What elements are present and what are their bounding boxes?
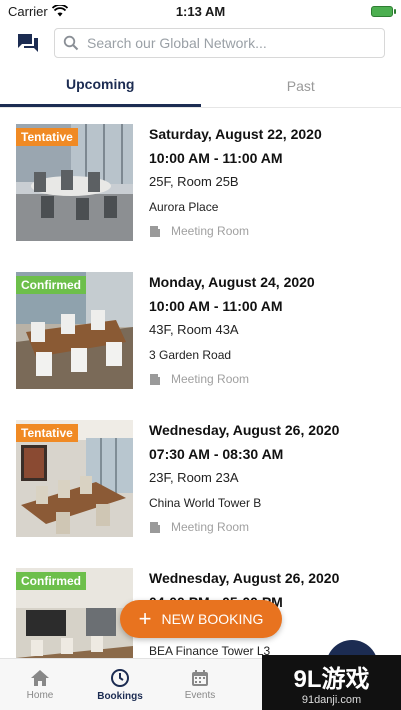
booking-card[interactable]: Tentative Wednesday, August 26, 2020 07:… bbox=[0, 404, 401, 552]
booking-date: Wednesday, August 26, 2020 bbox=[149, 422, 340, 438]
battery-icon bbox=[371, 5, 396, 17]
room-type: Meeting Room bbox=[171, 520, 250, 534]
door-icon bbox=[150, 521, 160, 533]
booking-room: 43F, Room 43A bbox=[149, 322, 239, 337]
search-box[interactable] bbox=[54, 28, 385, 58]
calendar-icon bbox=[192, 669, 208, 686]
new-booking-button[interactable]: + NEW BOOKING bbox=[120, 600, 282, 638]
tab-bar: Upcoming Past bbox=[0, 64, 401, 108]
room-type: Meeting Room bbox=[171, 372, 250, 386]
booking-info: Wednesday, August 26, 2020 07:30 AM - 08… bbox=[149, 420, 339, 552]
door-icon bbox=[150, 373, 160, 385]
booking-date: Saturday, August 22, 2020 bbox=[149, 126, 322, 142]
clock-icon bbox=[111, 668, 129, 687]
watermark-text: 9L游戏 bbox=[293, 666, 370, 693]
room-type: Meeting Room bbox=[171, 224, 250, 238]
door-icon bbox=[150, 225, 160, 237]
watermark-logo: 9L游戏 91danji.com bbox=[262, 655, 401, 710]
booking-time: 10:00 AM - 11:00 AM bbox=[149, 150, 283, 166]
booking-info: Monday, August 24, 2020 10:00 AM - 11:00… bbox=[149, 272, 315, 404]
room-photo: Tentative bbox=[16, 420, 133, 537]
nav-label: Home bbox=[26, 689, 54, 701]
booking-time: 07:30 AM - 08:30 AM bbox=[149, 446, 284, 462]
nav-label: Events bbox=[184, 689, 216, 701]
carrier-label: Carrier bbox=[8, 3, 48, 19]
search-input[interactable] bbox=[87, 35, 376, 51]
booking-building: 3 Garden Road bbox=[149, 348, 232, 362]
booking-card[interactable]: Confirmed Monday, August 24, 2020 10:00 … bbox=[0, 256, 401, 404]
booking-info: Saturday, August 22, 2020 10:00 AM - 11:… bbox=[149, 124, 322, 256]
room-photo: Confirmed bbox=[16, 568, 133, 658]
home-icon bbox=[31, 669, 49, 686]
booking-building: Aurora Place bbox=[149, 200, 219, 214]
room-photo: Confirmed bbox=[16, 272, 133, 389]
booking-date: Monday, August 24, 2020 bbox=[149, 274, 315, 290]
app-screen: Carrier 1:13 AM Upcoming Past bbox=[0, 0, 401, 710]
watermark-url: 91danji.com bbox=[301, 694, 362, 706]
clock: 1:13 AM bbox=[175, 3, 226, 19]
header bbox=[0, 22, 401, 64]
booking-list: Tentative Saturday, August 22, 2020 10:0… bbox=[0, 108, 401, 658]
nav-label: Bookings bbox=[97, 690, 143, 702]
tab-upcoming[interactable]: Upcoming bbox=[0, 64, 201, 107]
tab-past[interactable]: Past bbox=[201, 64, 401, 107]
status-badge: Tentative bbox=[16, 424, 78, 442]
room-photo: Tentative bbox=[16, 124, 133, 241]
nav-events[interactable]: Events bbox=[160, 659, 240, 710]
nav-bookings[interactable]: Bookings bbox=[80, 659, 160, 710]
status-bar: Carrier 1:13 AM bbox=[0, 0, 401, 22]
new-booking-label: NEW BOOKING bbox=[161, 611, 264, 627]
booking-card[interactable]: Tentative Saturday, August 22, 2020 10:0… bbox=[0, 108, 401, 256]
wifi-icon bbox=[51, 5, 68, 17]
booking-building: China World Tower B bbox=[149, 496, 262, 510]
booking-room: 25F, Room 25B bbox=[149, 174, 239, 189]
status-badge: Confirmed bbox=[16, 572, 86, 590]
status-badge: Confirmed bbox=[16, 276, 86, 294]
chat-icon[interactable] bbox=[16, 31, 40, 55]
booking-time: 10:00 AM - 11:00 AM bbox=[149, 298, 283, 314]
search-icon bbox=[63, 35, 79, 51]
booking-room: 23F, Room 23A bbox=[149, 470, 239, 485]
status-badge: Tentative bbox=[16, 128, 78, 146]
plus-icon: + bbox=[138, 606, 152, 631]
booking-date: Wednesday, August 26, 2020 bbox=[149, 570, 340, 586]
nav-home[interactable]: Home bbox=[0, 659, 80, 710]
